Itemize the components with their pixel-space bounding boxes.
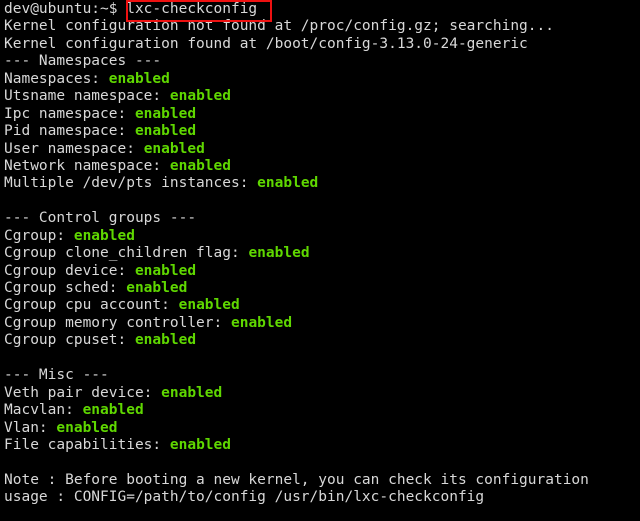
- check-status-value: enabled: [134, 105, 197, 122]
- output-text: Kernel configuration found at /boot/conf…: [4, 35, 528, 52]
- terminal-line: File capabilities: enabled: [4, 437, 640, 454]
- check-status-value: enabled: [230, 314, 293, 331]
- check-label: Cgroup:: [4, 227, 74, 244]
- terminal-line: Cgroup cpuset: enabled: [4, 332, 640, 349]
- check-status-value: enabled: [248, 245, 310, 262]
- terminal-window[interactable]: dev@ubuntu:~$ lxc-checkconfig Kernel conf…: [0, 0, 640, 521]
- check-status-value: enabled: [143, 140, 205, 157]
- terminal-output: dev@ubuntu:~$ lxc-checkconfig Kernel conf…: [4, 1, 640, 507]
- terminal-line: Kernel configuration not found at /proc/…: [4, 18, 640, 35]
- check-label: Cgroup cpuset:: [4, 332, 135, 349]
- check-status-value: enabled: [134, 262, 197, 279]
- terminal-line: Cgroup: enabled: [4, 228, 640, 245]
- terminal-line: Vlan: enabled: [4, 420, 640, 437]
- terminal-line: Pid namespace: enabled: [4, 123, 640, 140]
- check-label: Veth pair device:: [4, 384, 162, 401]
- check-label: Cgroup cpu account:: [4, 297, 179, 314]
- check-label: Network namespace:: [4, 157, 170, 174]
- terminal-line: Cgroup device: enabled: [4, 263, 640, 280]
- terminal-line: Macvlan: enabled: [4, 402, 640, 419]
- check-label: Ipc namespace:: [4, 105, 135, 122]
- check-label: Utsname namespace:: [4, 88, 170, 105]
- terminal-line: Note : Before booting a new kernel, you …: [4, 472, 640, 489]
- output-text: --- Misc ---: [4, 367, 109, 384]
- terminal-line: Multiple /dev/pts instances: enabled: [4, 175, 640, 192]
- terminal-line: Cgroup sched: enabled: [4, 280, 640, 297]
- check-status-value: enabled: [56, 419, 118, 436]
- terminal-line: Ipc namespace: enabled: [4, 106, 640, 123]
- terminal-line: dev@ubuntu:~$ lxc-checkconfig: [4, 1, 640, 18]
- output-text: --- Namespaces ---: [4, 53, 162, 70]
- check-status-value: enabled: [134, 123, 197, 140]
- check-label: File capabilities:: [4, 436, 170, 453]
- terminal-line: Cgroup cpu account: enabled: [4, 297, 640, 314]
- check-label: Namespaces:: [4, 70, 109, 87]
- check-label: Cgroup sched:: [4, 280, 127, 296]
- terminal-line: User namespace: enabled: [4, 141, 640, 158]
- check-label: Cgroup device:: [4, 262, 135, 279]
- check-status-value: enabled: [73, 227, 135, 244]
- terminal-line: Cgroup memory controller: enabled: [4, 315, 640, 332]
- check-label: Cgroup clone_children flag:: [4, 245, 249, 262]
- terminal-line: [4, 350, 640, 367]
- check-label: User namespace:: [4, 140, 144, 157]
- output-text: Kernel configuration not found at /proc/…: [4, 18, 554, 35]
- terminal-line: Veth pair device: enabled: [4, 385, 640, 402]
- terminal-line: [4, 193, 640, 210]
- check-status-value: enabled: [257, 175, 319, 192]
- check-label: Pid namespace:: [4, 123, 135, 140]
- terminal-line: Kernel configuration found at /boot/conf…: [4, 36, 640, 53]
- terminal-line: Namespaces: enabled: [4, 71, 640, 88]
- check-status-value: enabled: [126, 280, 188, 296]
- terminal-line: Utsname namespace: enabled: [4, 88, 640, 105]
- terminal-line: usage : CONFIG=/path/to/config /usr/bin/…: [4, 489, 640, 506]
- check-label: Multiple /dev/pts instances:: [4, 175, 258, 192]
- output-text: Note : Before booting a new kernel, you …: [4, 471, 589, 488]
- terminal-line: --- Control groups ---: [4, 210, 640, 227]
- check-status-value: enabled: [178, 297, 240, 314]
- command-text[interactable]: lxc-checkconfig: [126, 1, 257, 17]
- check-status-value: enabled: [169, 436, 231, 453]
- check-status-value: enabled: [169, 157, 231, 174]
- shell-prompt: dev@ubuntu:~$: [4, 1, 127, 17]
- terminal-line: --- Misc ---: [4, 367, 640, 384]
- output-text: --- Control groups ---: [4, 210, 197, 227]
- check-status-value: enabled: [169, 88, 231, 105]
- terminal-line: --- Namespaces ---: [4, 53, 640, 70]
- output-text: usage : CONFIG=/path/to/config /usr/bin/…: [4, 489, 485, 506]
- check-status-value: enabled: [82, 402, 144, 419]
- check-status-value: enabled: [134, 332, 197, 349]
- terminal-line: [4, 454, 640, 471]
- check-status-value: enabled: [161, 384, 223, 401]
- check-label: Cgroup memory controller:: [4, 314, 231, 331]
- check-label: Macvlan:: [4, 402, 83, 419]
- check-label: Vlan:: [4, 419, 57, 436]
- terminal-line: Network namespace: enabled: [4, 158, 640, 175]
- check-status-value: enabled: [108, 70, 170, 87]
- terminal-line: Cgroup clone_children flag: enabled: [4, 245, 640, 262]
